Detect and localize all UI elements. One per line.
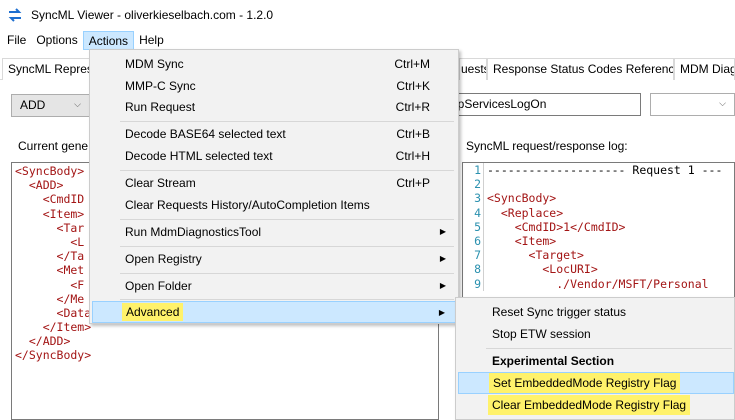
menu-separator: [486, 348, 732, 349]
current-generated-label: Current gene: [18, 139, 89, 153]
menu-separator: [120, 246, 454, 247]
menu-item-open-registry[interactable]: Open Registry ▶: [92, 248, 456, 270]
title-bar: SyncML Viewer - oliverkieselbach.com - 1…: [0, 0, 735, 30]
tab-response-status-codes[interactable]: Response Status Codes Reference: [487, 58, 674, 80]
log-line: 8 <LocURI>: [474, 262, 598, 277]
menu-item-reset-sync-trigger[interactable]: Reset Sync trigger status: [458, 301, 734, 323]
menu-actions[interactable]: Actions: [82, 30, 135, 50]
log-line: 3 <SyncBody>: [474, 191, 557, 206]
submenu-arrow-icon: ▶: [438, 308, 445, 317]
menu-item-run-request[interactable]: Run Request Ctrl+R: [92, 96, 456, 118]
menu-item-mmpc-sync[interactable]: MMP-C Sync Ctrl+K: [92, 75, 456, 97]
log-line: 6 <Item>: [474, 233, 557, 249]
chevron-down-icon: ⌵: [719, 98, 726, 108]
log-line: 7 <Target>: [474, 248, 584, 263]
menu-item-set-embeddedmode-flag[interactable]: Set EmbeddedMode Registry Flag: [458, 372, 734, 394]
menu-item-decode-html[interactable]: Decode HTML selected text Ctrl+H: [92, 145, 456, 167]
menu-separator: [120, 299, 454, 300]
tab-requests[interactable]: uests: [459, 58, 487, 80]
log-line: 4 <Replace>: [474, 205, 564, 220]
swap-arrows-icon: [8, 8, 22, 22]
menu-item-decode-base64[interactable]: Decode BASE64 selected text Ctrl+B: [92, 123, 456, 145]
log-label: SyncML request/response log:: [466, 139, 628, 153]
actions-menu: MDM Sync Ctrl+M MMP-C Sync Ctrl+K Run Requ…: [89, 49, 459, 324]
menu-separator: [120, 219, 454, 220]
menu-item-advanced[interactable]: Advanced ▶: [92, 301, 456, 323]
menu-separator: [120, 273, 454, 274]
menu-options[interactable]: Options: [31, 31, 82, 50]
request-input[interactable]: opServicesLogOn: [446, 93, 641, 116]
submenu-arrow-icon: ▶: [439, 227, 446, 236]
menu-item-stop-etw-session[interactable]: Stop ETW session: [458, 323, 734, 345]
xml-line: </ADD>: [15, 334, 71, 349]
command-type-combo[interactable]: ADD ⌵: [11, 94, 90, 117]
xml-line: </SyncBody>: [15, 348, 92, 363]
menu-bar: File Options Actions Help: [0, 30, 735, 50]
menu-item-clear-stream[interactable]: Clear Stream Ctrl+P: [92, 172, 456, 194]
menu-separator: [120, 170, 454, 171]
tab-syncml-representation[interactable]: SyncML Represe: [2, 58, 90, 80]
command-type-value: ADD: [20, 98, 46, 112]
menu-file[interactable]: File: [2, 31, 31, 50]
experimental-section-header: Experimental Section: [492, 354, 615, 368]
log-line: 2: [463, 177, 734, 192]
advanced-submenu: Reset Sync trigger status Stop ETW sessi…: [455, 297, 735, 420]
log-line: 1 -------------------- Request 1 ---: [474, 163, 723, 178]
menu-separator: [120, 121, 454, 122]
request-combo[interactable]: ⌵: [650, 93, 735, 116]
tab-mdm-diagnostics[interactable]: MDM Diag: [674, 58, 735, 80]
log-line: 9 ./Vendor/MSFT/Personal: [474, 276, 709, 291]
log-line: 5 <CmdID>1</CmdID>: [474, 219, 626, 234]
menu-item-mdm-sync[interactable]: MDM Sync Ctrl+M: [92, 53, 456, 75]
chevron-down-icon: ⌵: [74, 99, 81, 109]
menu-item-run-mdmdiagnosticstool[interactable]: Run MdmDiagnosticsTool ▶: [92, 221, 456, 243]
menu-item-clear-embeddedmode-flag[interactable]: Clear EmbeddedMode Registry Flag: [458, 395, 734, 417]
menu-item-clear-history[interactable]: Clear Requests History/AutoCompletion It…: [92, 194, 456, 216]
menu-item-open-folder[interactable]: Open Folder ▶: [92, 275, 456, 297]
menu-help[interactable]: Help: [134, 31, 169, 50]
window-title: SyncML Viewer - oliverkieselbach.com - 1…: [31, 8, 274, 22]
submenu-arrow-icon: ▶: [439, 254, 446, 263]
submenu-arrow-icon: ▶: [439, 281, 446, 290]
